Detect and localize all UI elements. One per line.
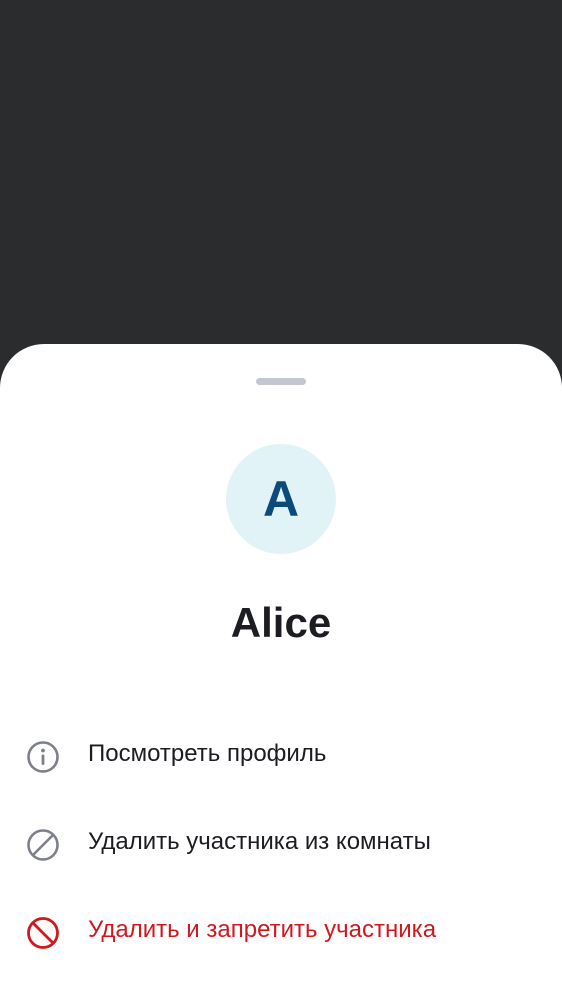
view-profile-item[interactable]: Посмотреть профиль bbox=[0, 726, 562, 786]
ban-icon bbox=[26, 916, 60, 950]
info-icon bbox=[26, 740, 60, 774]
avatar: A bbox=[226, 444, 336, 554]
remove-and-ban-item[interactable]: Удалить и запретить участника bbox=[0, 902, 562, 962]
remove-member-item[interactable]: Удалить участника из комнаты bbox=[0, 814, 562, 874]
remove-member-label: Удалить участника из комнаты bbox=[88, 828, 431, 855]
remove-and-ban-label: Удалить и запретить участника bbox=[88, 916, 437, 943]
avatar-initial: A bbox=[262, 471, 300, 527]
view-profile-label: Посмотреть профиль bbox=[88, 740, 327, 767]
drag-handle[interactable] bbox=[256, 378, 306, 385]
bottom-sheet: A Alice Посмотреть профиль Удалить участ… bbox=[0, 344, 562, 1000]
block-icon bbox=[26, 828, 60, 862]
user-name: Alice bbox=[230, 599, 332, 646]
modal-scrim[interactable] bbox=[0, 0, 562, 344]
